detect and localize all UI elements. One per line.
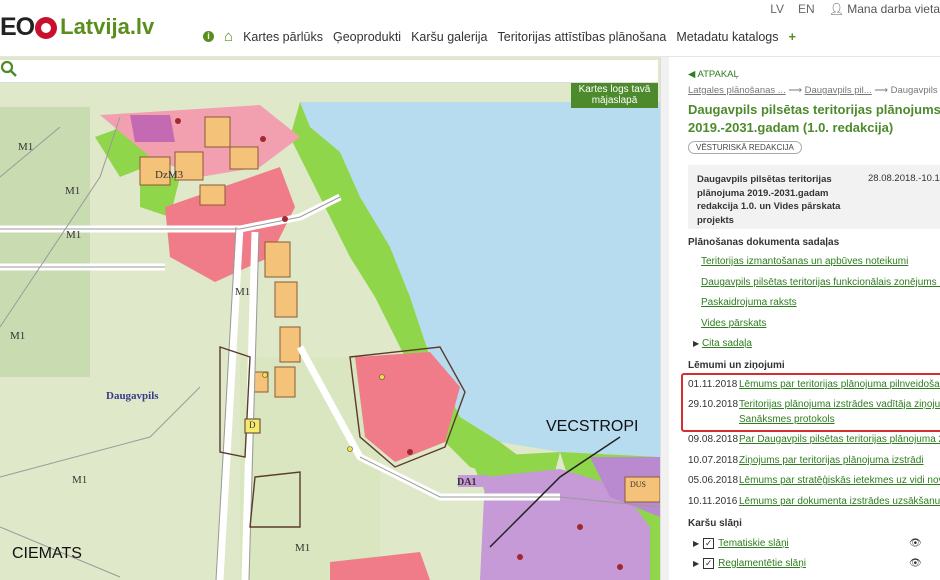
breadcrumb-item[interactable]: Daugavpils pil...: [805, 85, 872, 96]
search-icon[interactable]: [0, 60, 18, 78]
geolatvija-logo[interactable]: EO Latvija.lv: [0, 10, 154, 44]
side-panel: ◀︎ ATPAKAĻ Latgales plānošanas ... ⟶ Dau…: [669, 57, 940, 580]
page-title: Daugavpils pilsētas teritorijas plānojum…: [688, 102, 940, 135]
layer-checkbox[interactable]: ✓: [703, 558, 715, 569]
logo-circle-icon: [35, 17, 58, 39]
map-search-bar: [0, 60, 658, 83]
map-label-d: D: [249, 420, 256, 430]
chevron-left-icon: ◀︎: [688, 69, 696, 80]
plus-icon[interactable]: +: [789, 29, 797, 44]
map-label-m1: M1: [235, 286, 251, 298]
decisions-heading: Lēmumi un ziņojumi: [688, 360, 785, 371]
section-link[interactable]: Daugavpils pilsētas teritorijas funkcion…: [701, 277, 940, 288]
decision-date: 05.06.2018: [688, 475, 739, 486]
nav-item-geoproducts[interactable]: Ģeoprodukti: [333, 30, 401, 44]
map-label-m1: M1: [18, 141, 34, 153]
decision-date: 10.11.2016: [688, 496, 738, 507]
top-links: LV EN 👤︎ Mana darba vieta: [770, 2, 940, 16]
lang-en-link[interactable]: EN: [798, 2, 815, 16]
decision-row: 01.11.2018 Lēmums par teritorijas plānoju…: [688, 379, 940, 390]
chevron-right-icon[interactable]: ▶︎: [693, 559, 699, 568]
map-label-m1: M1: [295, 542, 311, 554]
layer-link[interactable]: Reglamentētie slāņi: [718, 558, 806, 569]
breadcrumb-item: Daugavpils p...: [890, 85, 940, 96]
other-section-link[interactable]: Cita sadaļa: [702, 338, 752, 349]
map-view[interactable]: Kartes logs tavā mājaslapā M1 M1 M1 M1 M…: [0, 57, 660, 580]
map-label-ciemats: CIEMATS: [12, 545, 82, 562]
other-section-toggle[interactable]: ▶︎ Cita sadaļa: [693, 338, 752, 349]
decision-link[interactable]: Lēmums par stratēģiskās ietekmes uz vidi…: [739, 475, 940, 486]
map-label-m1: M1: [10, 330, 26, 342]
layer-row-thematic: ▶︎ ✓ Tematiskie slāņi: [693, 538, 789, 549]
decision-link[interactable]: Par Daugavpils pilsētas teritorijas plān…: [739, 434, 940, 445]
embed-map-button[interactable]: Kartes logs tavā mājaslapā: [571, 83, 658, 108]
main-nav: i ⌂ Kartes pārlūks Ģeoprodukti Karšu gal…: [203, 28, 796, 45]
decision-link[interactable]: Lēmums par teritorijas plānojuma pilnvei…: [739, 379, 940, 390]
nav-item-map-browser[interactable]: Kartes pārlūks: [243, 30, 323, 44]
decision-subrow: Sanāksmes protokols: [739, 414, 835, 425]
arrow-right-icon: ⟶: [788, 85, 802, 96]
document-dates: 28.08.2018.-10.10.2018: [868, 173, 940, 184]
decision-row: 09.08.2018Par Daugavpils pilsētas terito…: [688, 434, 940, 445]
map-label-daugavpils: Daugavpils: [106, 390, 159, 402]
section-link[interactable]: Vides pārskats: [701, 318, 766, 329]
logo-name: Latvija.lv: [60, 14, 155, 39]
decision-link[interactable]: Ziņojums par teritorijas plānojuma izstr…: [739, 455, 924, 466]
chevron-right-icon[interactable]: ▶︎: [693, 539, 699, 548]
decision-link[interactable]: Teritorijas plānojuma izstrādes vadītāja…: [739, 399, 940, 410]
info-icon[interactable]: i: [203, 31, 214, 42]
decision-date: 09.08.2018: [688, 434, 739, 445]
decision-date: 10.07.2018: [688, 455, 739, 466]
back-label: ATPAKAĻ: [697, 69, 739, 80]
sections-heading: Plānošanas dokumenta sadaļas: [688, 237, 840, 248]
nav-item-metadata-catalog[interactable]: Metadatu katalogs: [676, 30, 778, 44]
decision-row: 05.06.2018Lēmums par stratēģiskās ietekm…: [688, 475, 940, 486]
map-label-m1: M1: [65, 185, 81, 197]
user-icon: 👤︎: [828, 2, 844, 16]
document-title: Daugavpils pilsētas teritorijas plānojum…: [697, 174, 841, 226]
nav-item-territory-planning[interactable]: Teritorijas attīstības plānošana: [498, 30, 667, 44]
document-info-box: Daugavpils pilsētas teritorijas plānojum…: [688, 165, 940, 229]
arrow-right-icon: ⟶: [874, 85, 888, 96]
decision-row: 10.07.2018Ziņojums par teritorijas plāno…: [688, 455, 924, 466]
chevron-right-icon: ▶︎: [693, 339, 700, 348]
top-header: EO Latvija.lv LV EN 👤︎ Mana darba vieta …: [0, 0, 940, 57]
lang-lv-link[interactable]: LV: [770, 2, 784, 16]
map-label-dus: DUS: [630, 480, 647, 489]
eye-icon[interactable]: 👁︎: [909, 558, 922, 569]
user-workspace-label: Mana darba vieta: [847, 2, 940, 16]
breadcrumb: Latgales plānošanas ... ⟶ Daugavpils pil…: [688, 85, 940, 96]
home-icon[interactable]: ⌂: [224, 28, 233, 45]
layer-row-regulated: ▶︎ ✓ Reglamentētie slāņi: [693, 558, 806, 569]
map-label-m1: M1: [66, 229, 82, 241]
map-label-m1: M1: [72, 474, 88, 486]
decision-sublink[interactable]: Sanāksmes protokols: [739, 414, 835, 425]
decision-date: 01.11.2018: [688, 379, 738, 390]
map-search-input[interactable]: [0, 60, 624, 82]
map-label-vecstropi: VECSTROPI: [546, 418, 639, 435]
layer-checkbox[interactable]: ✓: [703, 538, 715, 549]
user-workspace-link[interactable]: 👤︎ Mana darba vieta: [829, 2, 940, 16]
nav-item-map-gallery[interactable]: Karšu galerija: [411, 30, 487, 44]
section-link[interactable]: Paskaidrojuma raksts: [701, 297, 797, 308]
decision-row: 29.10.2018Teritorijas plānojuma izstrāde…: [688, 399, 940, 410]
map-label-da1: DA1: [457, 477, 477, 488]
map-layers-heading: Karšu slāņi: [688, 518, 742, 529]
back-link[interactable]: ◀︎ ATPAKAĻ: [688, 69, 739, 80]
map-label-dzm3: DzM3: [155, 169, 184, 181]
historical-badge: VĒSTURISKĀ REDAKCIJA: [688, 141, 802, 154]
breadcrumb-item[interactable]: Latgales plānošanas ...: [688, 85, 786, 96]
decision-link[interactable]: Lēmums par dokumenta izstrādes uzsākšanu…: [739, 496, 940, 507]
decision-date: 29.10.2018: [688, 399, 739, 410]
layer-link[interactable]: Tematiskie slāņi: [718, 538, 789, 549]
eye-icon[interactable]: 👁︎: [909, 538, 922, 549]
section-link[interactable]: Teritorijas izmantošanas un apbūves note…: [701, 256, 908, 267]
map-canvas[interactable]: [0, 57, 660, 580]
logo-geo-text: EO: [0, 12, 35, 41]
decision-row: 10.11.2016 Lēmums par dokumenta izstrādes…: [688, 496, 940, 507]
